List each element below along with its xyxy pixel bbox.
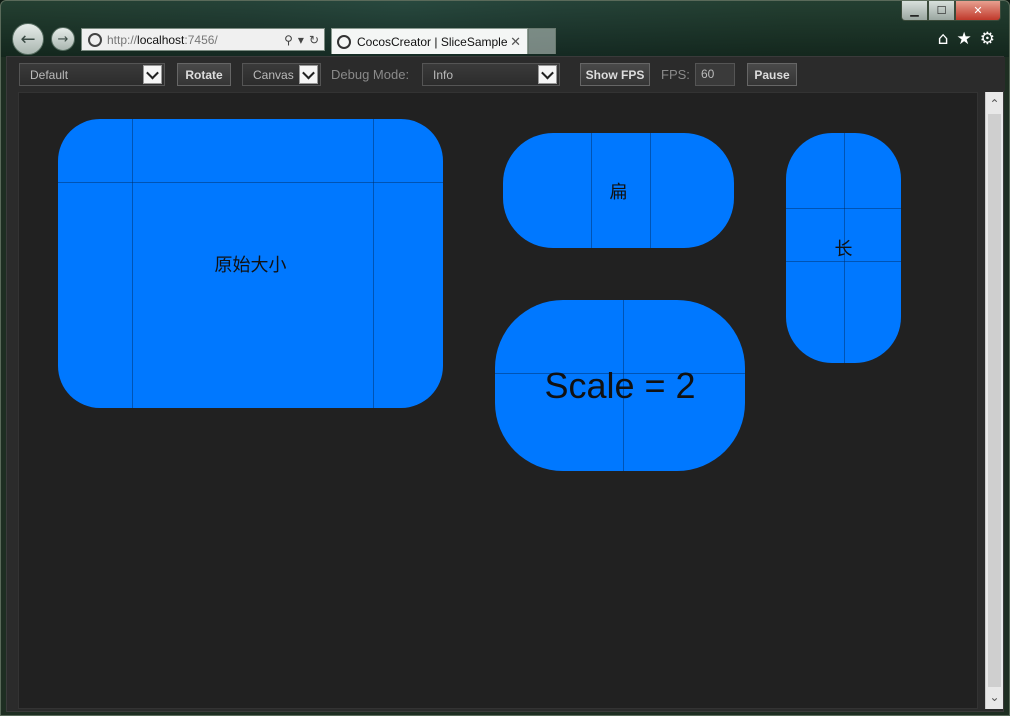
sprite-label: 扁 [609,181,628,203]
sliced-sprite-flat: 扁 [503,133,734,248]
settings-gear-icon[interactable]: ⚙ [980,29,995,49]
debug-mode-select-value: Info [433,67,454,82]
preview-toolbar: Default Rotate Canvas Debug Mode: Info S… [7,57,1005,91]
refresh-icon[interactable]: ↻ [309,33,319,47]
tab-favicon-icon [337,34,351,49]
vertical-scrollbar[interactable]: ⌃ ⌄ [985,92,1003,709]
fps-input[interactable]: 60 [695,63,735,86]
address-port-path: :7456/ [184,32,218,47]
fps-label: FPS: [661,67,690,82]
sliced-sprite-scaled: Scale = 2 [495,300,745,471]
maximize-button[interactable]: ☐ [928,1,955,21]
forward-button[interactable]: → [51,27,75,51]
address-tools: ⚲ ▾ ↻ [284,33,319,47]
rotate-button[interactable]: Rotate [177,63,231,86]
slice-guide-line [591,133,592,248]
show-fps-button[interactable]: Show FPS [580,63,650,86]
browser-window: ▁ ☐ ✕ ← → http:// localhost :7456/ ⚲ ▾ ↻… [0,0,1010,716]
chevron-down-icon [538,65,557,84]
sliced-sprite-tall: 长 [786,133,901,363]
address-bar[interactable]: http:// localhost :7456/ ⚲ ▾ ↻ [81,28,325,51]
sprite-label: 长 [834,239,853,260]
browser-right-icons: ⌂ ★ ⚙ [938,29,995,49]
device-select-value: Default [30,67,69,82]
new-tab-button[interactable] [528,28,556,54]
scrollbar-thumb[interactable] [988,114,1001,687]
minimize-button[interactable]: ▁ [901,1,928,21]
slice-guide-line [786,261,901,262]
device-select[interactable]: Default [19,63,165,86]
slice-guide-line [650,133,651,248]
slice-guide-line [132,119,133,408]
favorites-star-icon[interactable]: ★ [957,29,972,49]
slice-guide-line [373,119,374,408]
tab-cocoscreator-slicesample[interactable]: CocosCreator | SliceSample ✕ [331,28,528,54]
debug-mode-select[interactable]: Info [422,63,560,86]
chevron-down-icon [143,65,162,84]
game-canvas[interactable]: 原始大小 扁 长 Scale = 2 [18,92,978,709]
close-window-button[interactable]: ✕ [955,1,1001,21]
scroll-up-arrow-icon[interactable]: ⌃ [986,94,1003,114]
tab-close-icon[interactable]: ✕ [510,34,521,50]
address-host: localhost [137,32,185,47]
sliced-sprite-original: 原始大小 [58,119,443,408]
forward-arrow-icon: → [57,31,69,47]
slice-guide-line [786,208,901,209]
site-favicon-icon [88,32,102,47]
sprite-label: 原始大小 [214,254,287,276]
canvas-select-value: Canvas [253,67,294,82]
back-button[interactable]: ← [12,23,44,55]
slice-guide-line [58,182,443,183]
pause-button[interactable]: Pause [747,63,797,86]
dropdown-chevron-icon[interactable]: ▾ [298,33,304,47]
address-scheme: http:// [107,32,138,47]
canvas-select[interactable]: Canvas [242,63,321,86]
chevron-down-icon [299,65,318,84]
page-content: Default Rotate Canvas Debug Mode: Info S… [6,56,1005,712]
caption-buttons: ▁ ☐ ✕ [901,1,1001,21]
debug-mode-label: Debug Mode: [331,67,410,82]
search-icon[interactable]: ⚲ [284,33,293,47]
scroll-down-arrow-icon[interactable]: ⌄ [986,687,1003,707]
sprite-label: Scale = 2 [544,364,696,406]
home-icon[interactable]: ⌂ [938,29,949,49]
back-arrow-icon: ← [20,28,36,50]
tab-title: CocosCreator | SliceSample [357,34,508,49]
